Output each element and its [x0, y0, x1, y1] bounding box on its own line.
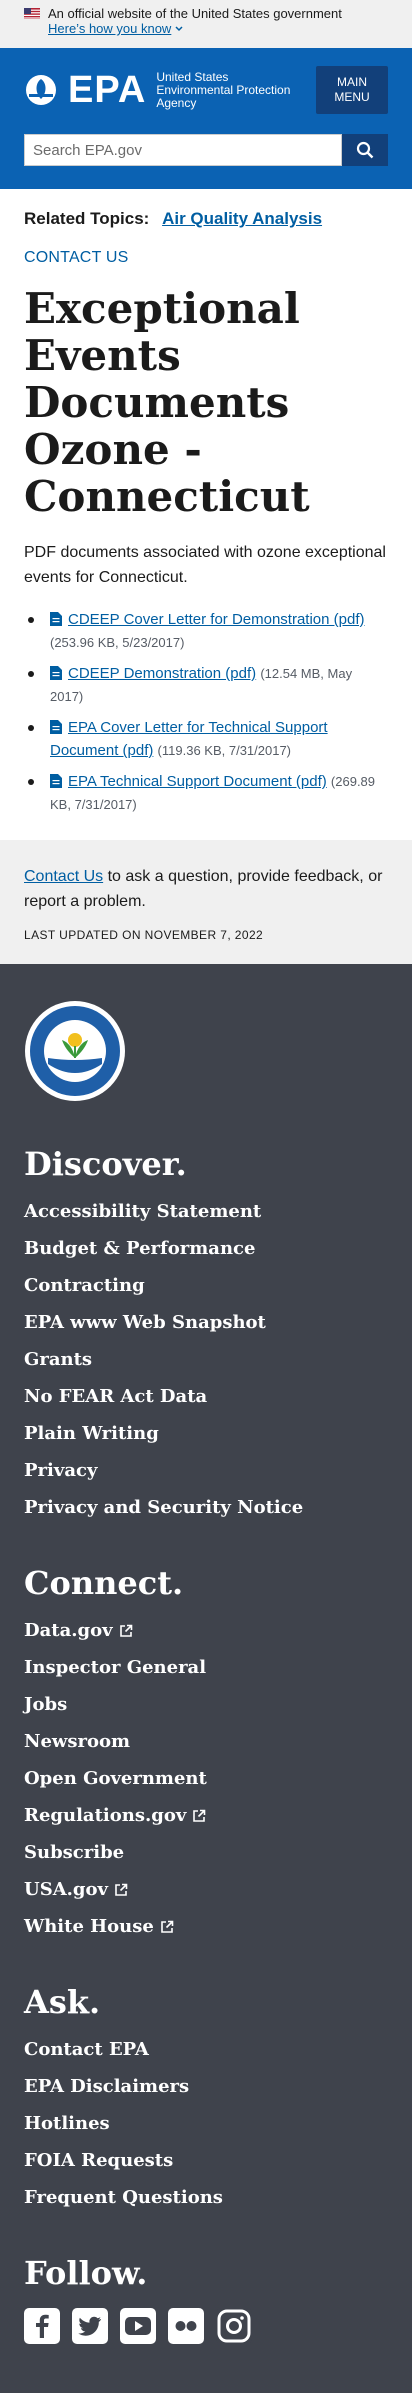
list-item: CDEEP Cover Letter for Demonstration (pd…	[24, 608, 388, 654]
footer-link-budget[interactable]: Budget & Performance	[24, 1230, 388, 1267]
external-link-icon	[161, 1920, 174, 1933]
main-content: Related Topics: Air Quality Analysis CON…	[0, 189, 412, 816]
footer-link-privacy-security[interactable]: Privacy and Security Notice	[24, 1489, 388, 1526]
file-icon	[50, 666, 62, 680]
main-menu-button[interactable]: MAIN MENU	[316, 66, 388, 114]
footer-link-plain-writing[interactable]: Plain Writing	[24, 1415, 388, 1452]
contact-us-link[interactable]: CONTACT US	[24, 249, 388, 267]
footer-link-open-government[interactable]: Open Government	[24, 1760, 388, 1797]
document-meta: (119.36 KB, 7/31/2017)	[157, 743, 292, 758]
facebook-icon[interactable]	[24, 2308, 60, 2344]
contact-us-inline-link[interactable]: Contact Us	[24, 868, 103, 885]
list-item: CDEEP Demonstration (pdf) (12.54 MB, May…	[24, 662, 388, 708]
epa-flower-icon	[26, 75, 56, 105]
search-button[interactable]	[342, 134, 388, 166]
related-topics-label: Related Topics:	[24, 209, 150, 228]
search-input[interactable]: Search EPA.gov	[24, 134, 342, 166]
document-link[interactable]: EPA Technical Support Document (pdf)	[68, 773, 327, 790]
heres-how-you-know-label: Here’s how you know	[48, 21, 172, 36]
footer-link-faq[interactable]: Frequent Questions	[24, 2179, 388, 2216]
document-link[interactable]: CDEEP Cover Letter for Demonstration (pd…	[68, 611, 365, 628]
epa-seal-icon	[25, 1001, 125, 1101]
footer-link-grants[interactable]: Grants	[24, 1341, 388, 1378]
footer-link-white-house[interactable]: White House	[24, 1908, 388, 1945]
chevron-down-icon	[175, 25, 183, 31]
footer-link-label: Data.gov	[24, 1620, 113, 1641]
external-link-icon	[115, 1883, 128, 1896]
document-list: CDEEP Cover Letter for Demonstration (pd…	[24, 608, 388, 816]
external-link-icon	[193, 1809, 206, 1822]
footer-link-regulations-gov[interactable]: Regulations.gov	[24, 1797, 388, 1834]
document-link[interactable]: CDEEP Demonstration (pdf)	[68, 665, 256, 682]
gov-banner-text: An official website of the United States…	[48, 6, 342, 21]
epa-subtitle-line-1: United States	[156, 69, 229, 84]
related-topics: Related Topics: Air Quality Analysis	[24, 209, 388, 229]
epa-wordmark: EPA	[68, 68, 147, 111]
heres-how-you-know-link[interactable]: Here’s how you know	[48, 21, 183, 36]
footer-link-hotlines[interactable]: Hotlines	[24, 2105, 388, 2142]
us-flag-icon	[24, 8, 40, 19]
contact-block: Contact Us to ask a question, provide fe…	[0, 840, 412, 964]
search-bar: Search EPA.gov	[24, 134, 388, 166]
file-icon	[50, 612, 62, 626]
connect-list: Data.gov Inspector General Jobs Newsroom…	[24, 1612, 388, 1945]
main-menu-label-1: MAIN	[337, 75, 367, 89]
footer-link-inspector-general[interactable]: Inspector General	[24, 1649, 388, 1686]
footer-link-jobs[interactable]: Jobs	[24, 1686, 388, 1723]
footer-link-usa-gov[interactable]: USA.gov	[24, 1871, 388, 1908]
epa-subtitle: United States Environmental Protection A…	[156, 69, 291, 110]
flickr-icon[interactable]	[168, 2308, 204, 2344]
list-item: EPA Technical Support Document (pdf) (26…	[24, 770, 388, 816]
contact-text: Contact Us to ask a question, provide fe…	[24, 864, 388, 914]
ask-heading: Ask.	[24, 1983, 101, 2021]
footer-link-contracting[interactable]: Contracting	[24, 1267, 388, 1304]
external-link-icon	[119, 1624, 132, 1637]
footer-link-label: USA.gov	[24, 1879, 108, 1900]
site-footer: Discover. Accessibility Statement Budget…	[0, 964, 412, 2393]
footer-link-data-gov[interactable]: Data.gov	[24, 1612, 388, 1649]
footer-link-subscribe[interactable]: Subscribe	[24, 1834, 388, 1871]
epa-subtitle-line-2: Environmental Protection	[156, 82, 291, 97]
discover-heading: Discover.	[24, 1145, 187, 1183]
footer-link-accessibility[interactable]: Accessibility Statement	[24, 1193, 388, 1230]
instagram-icon[interactable]	[216, 2308, 252, 2344]
footer-link-web-snapshot[interactable]: EPA www Web Snapshot	[24, 1304, 388, 1341]
document-meta: (253.96 KB, 5/23/2017)	[50, 635, 185, 650]
related-topic-link[interactable]: Air Quality Analysis	[162, 209, 322, 228]
page-lead: PDF documents associated with ozone exce…	[24, 544, 386, 586]
ask-list: Contact EPA EPA Disclaimers Hotlines FOI…	[24, 2031, 388, 2216]
gov-banner: An official website of the United States…	[0, 0, 412, 48]
list-item: EPA Cover Letter for Technical Support D…	[24, 716, 388, 762]
twitter-icon[interactable]	[72, 2308, 108, 2344]
footer-link-label: White House	[24, 1916, 154, 1937]
footer-link-privacy[interactable]: Privacy	[24, 1452, 388, 1489]
footer-link-no-fear[interactable]: No FEAR Act Data	[24, 1378, 388, 1415]
footer-link-contact-epa[interactable]: Contact EPA	[24, 2031, 388, 2068]
follow-heading: Follow.	[24, 2254, 148, 2292]
main-menu-label-2: MENU	[334, 90, 370, 104]
footer-link-newsroom[interactable]: Newsroom	[24, 1723, 388, 1760]
connect-heading: Connect.	[24, 1564, 184, 1602]
search-icon	[356, 141, 374, 159]
discover-list: Accessibility Statement Budget & Perform…	[24, 1193, 388, 1526]
footer-link-foia[interactable]: FOIA Requests	[24, 2142, 388, 2179]
last-updated: LAST UPDATED ON NOVEMBER 7, 2022	[24, 928, 264, 942]
epa-logo[interactable]: EPA United States Environmental Protecti…	[24, 69, 290, 112]
site-header: EPA United States Environmental Protecti…	[0, 48, 412, 189]
epa-subtitle-line-3: Agency	[156, 95, 197, 110]
footer-link-label: Regulations.gov	[24, 1805, 187, 1826]
file-icon	[50, 774, 62, 788]
youtube-icon[interactable]	[120, 2308, 156, 2344]
footer-link-disclaimers[interactable]: EPA Disclaimers	[24, 2068, 388, 2105]
page-title: Exceptional Events Documents Ozone - Con…	[24, 284, 310, 521]
file-icon	[50, 720, 62, 734]
social-links	[24, 2308, 388, 2344]
